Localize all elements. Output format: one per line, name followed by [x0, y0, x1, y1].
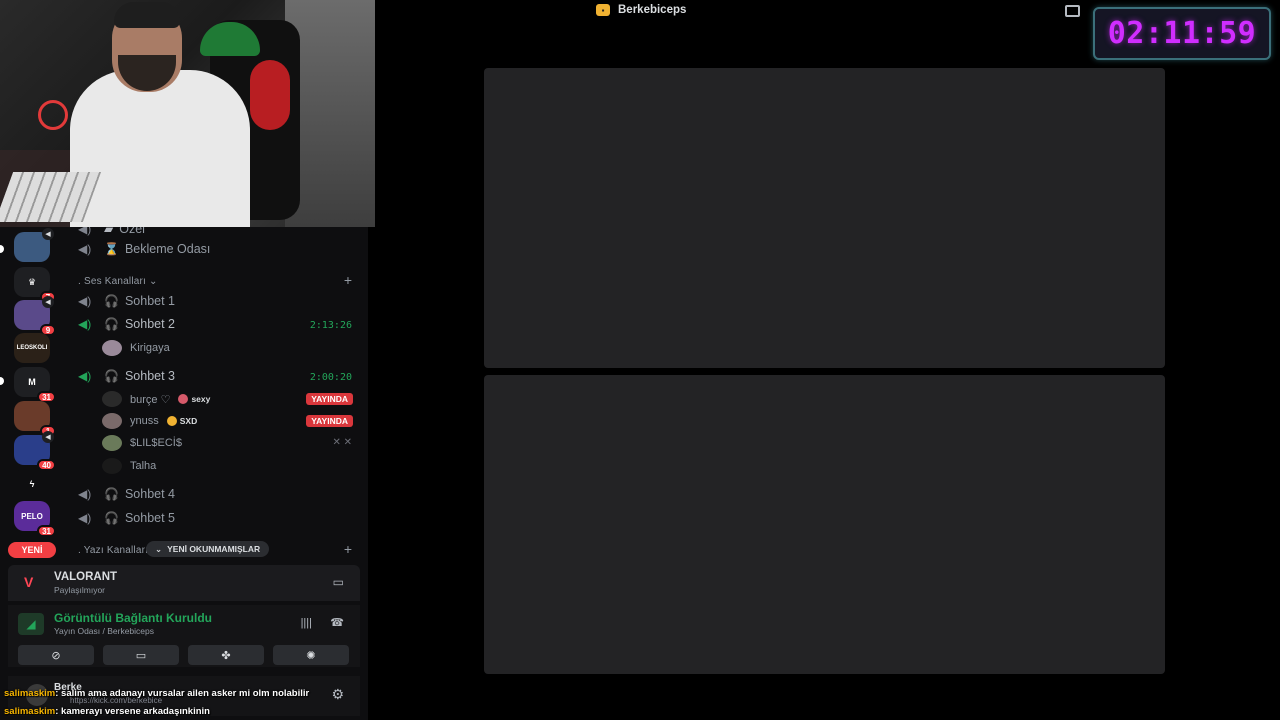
- user-tag: sexy: [178, 394, 210, 404]
- server-icon-leoskoli[interactable]: LEOSKOLI: [14, 333, 50, 363]
- live-badge: YAYINDA: [306, 415, 353, 427]
- gear-icon[interactable]: ⚙: [331, 686, 344, 703]
- voice-connection-panel: ◢ Görüntülü Bağlantı Kuruldu Yayın Odası…: [8, 605, 360, 667]
- server-icon-1[interactable]: ◀: [14, 228, 54, 262]
- streamer-hair: [114, 2, 180, 28]
- connection-status[interactable]: Görüntülü Bağlantı Kuruldu: [54, 611, 212, 625]
- camera-off-icon: ⊘: [51, 649, 61, 662]
- soundboard-icon: ✺: [306, 649, 316, 662]
- speaker-icon: ◀: [42, 296, 54, 308]
- chat-message: salimaskim: salim ama adanayı vursalar a…: [4, 688, 310, 699]
- screen-share-icon[interactable]: ▭: [333, 575, 344, 589]
- server-icon-7[interactable]: ◀ 40: [14, 431, 56, 471]
- activity-status: Paylaşılmıyor: [54, 585, 106, 595]
- tag-icon: [166, 416, 177, 426]
- new-unread-pill[interactable]: YENİ: [8, 542, 56, 558]
- mic-ring-light: [38, 100, 68, 130]
- tag-icon: [178, 394, 189, 404]
- share-screen-button[interactable]: ▭: [103, 645, 179, 665]
- signal-icon[interactable]: ◢: [18, 613, 44, 635]
- chevron-down-icon: ⌄: [149, 276, 158, 287]
- mention-badge: 31: [37, 525, 56, 537]
- channel-sohbet-3[interactable]: ◀) 🎧 Sohbet 3: [78, 366, 175, 386]
- hourglass-icon: ⌛: [104, 242, 119, 256]
- christmas-hat-tip: [250, 60, 290, 130]
- speaker-icon: ◀: [42, 228, 54, 240]
- streamer-body: [70, 70, 250, 227]
- muted-deafened-icons: ✕ ✕: [332, 437, 352, 448]
- headphones-icon: 🎧: [104, 294, 119, 308]
- channel-sohbet-1[interactable]: ◀) 🎧 Sohbet 1: [78, 291, 175, 311]
- video-tile-1[interactable]: [484, 68, 1165, 368]
- avatar: [102, 435, 122, 451]
- voice-user[interactable]: Talha: [102, 457, 156, 475]
- server-icon-2[interactable]: ♛7: [14, 267, 56, 303]
- valorant-logo-icon: V: [24, 574, 34, 590]
- channel-bekleme-odasi[interactable]: ◀) ⌛ Bekleme Odası: [78, 239, 210, 259]
- headphones-icon: 🎧: [104, 511, 119, 525]
- channel-ozel[interactable]: ◀) ▰ Özel: [78, 227, 145, 239]
- avatar: [102, 413, 122, 429]
- live-badge: YAYINDA: [306, 393, 353, 405]
- speaker-icon: ◀): [78, 242, 92, 256]
- channel-timer: 2:00:20: [309, 372, 352, 383]
- share-screen-icon: ▭: [135, 649, 147, 662]
- activity-game-name: VALORANT: [54, 571, 118, 583]
- soundboard-button[interactable]: ✺: [273, 645, 349, 665]
- channel-timer: 2:13:26: [309, 320, 352, 331]
- activities-button[interactable]: ✤: [188, 645, 264, 665]
- text-category-header[interactable]: . Yazı Kanalları: [78, 545, 148, 556]
- speaker-icon: ◀): [78, 294, 92, 308]
- avatar: [102, 391, 122, 407]
- server-pip: [0, 377, 4, 385]
- channel-sohbet-4[interactable]: ◀) 🎧 Sohbet 4: [78, 484, 175, 504]
- chevron-down-icon: ⌄: [155, 543, 163, 554]
- add-channel-button[interactable]: +: [344, 272, 352, 288]
- voice-user[interactable]: $LIL$ECİ$: [102, 434, 182, 452]
- speaker-icon: ◀): [78, 487, 92, 501]
- camera-off-button[interactable]: ⊘: [18, 645, 94, 665]
- voice-category-header[interactable]: . Ses Kanalları ⌄: [78, 276, 158, 287]
- avatar: [102, 340, 122, 356]
- connection-channel[interactable]: Yayın Odası / Berkebiceps: [54, 626, 154, 636]
- webcam-feed: [0, 0, 375, 227]
- add-channel-button[interactable]: +: [344, 541, 352, 557]
- server-icon-6[interactable]: 1: [14, 401, 56, 437]
- server-icon-3[interactable]: ◀ 9: [14, 296, 56, 336]
- server-icon: ▪: [596, 4, 610, 16]
- voice-user[interactable]: burçe ♡ sexy: [102, 390, 210, 408]
- unread-jump-button[interactable]: ⌄ YENİ OKUNMAMIŞLAR: [146, 541, 270, 557]
- folder-icon: ▰: [104, 227, 114, 236]
- headphones-icon: 🎧: [104, 487, 119, 501]
- channel-sohbet-5[interactable]: ◀) 🎧 Sohbet 5: [78, 508, 175, 528]
- speaker-icon: ◀): [78, 511, 92, 525]
- server-icon-8[interactable]: ϟ: [14, 469, 50, 499]
- noise-suppression-icon[interactable]: ||||: [301, 617, 312, 629]
- server-pip: [0, 245, 4, 253]
- avatar: [102, 458, 122, 474]
- speaker-icon: ◀): [78, 227, 92, 236]
- activity-panel: V VALORANT Paylaşılmıyor ▭: [8, 565, 360, 601]
- server-icon-m[interactable]: M 31: [14, 367, 56, 403]
- chat-message: salimaskim: kamerayı versene arkadaşınki…: [4, 706, 210, 717]
- headphones-icon: 🎧: [104, 317, 119, 331]
- disconnect-icon[interactable]: ☎: [330, 616, 344, 629]
- speaker-icon: ◀: [42, 431, 54, 443]
- voice-user[interactable]: ynuss SXD: [102, 412, 197, 430]
- headphones-icon: 🎧: [104, 369, 119, 383]
- speaker-active-icon: ◀): [78, 317, 92, 331]
- server-title[interactable]: ▪ Berkebiceps: [596, 4, 686, 16]
- video-tile-2[interactable]: [484, 375, 1165, 674]
- voice-user[interactable]: Kirigaya: [102, 339, 170, 357]
- user-tag: SXD: [166, 416, 197, 426]
- server-icon-pelo[interactable]: PELO 31: [14, 501, 56, 537]
- activities-icon: ✤: [221, 649, 231, 662]
- countdown-timer: 02:11:59: [1093, 7, 1271, 60]
- channel-sohbet-2[interactable]: ◀) 🎧 Sohbet 2: [78, 314, 175, 334]
- inbox-icon[interactable]: [1065, 5, 1080, 17]
- speaker-active-icon: ◀): [78, 369, 92, 383]
